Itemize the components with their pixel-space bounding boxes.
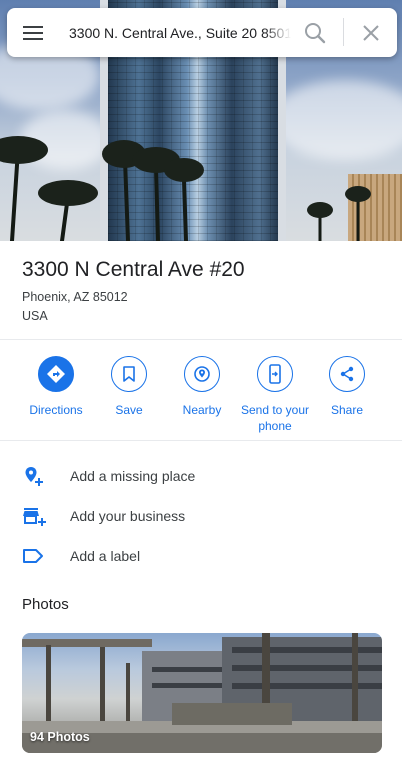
send-to-phone-button[interactable]: Send to your phone xyxy=(238,356,312,434)
address-line-1: Phoenix, AZ 85012 xyxy=(22,290,128,304)
add-missing-place-label: Add a missing place xyxy=(70,468,196,484)
save-label: Save xyxy=(115,403,143,417)
add-business-label: Add your business xyxy=(70,508,186,524)
save-button[interactable]: Save xyxy=(93,356,165,418)
divider xyxy=(0,440,402,441)
search-divider xyxy=(343,18,344,46)
add-label-row[interactable]: Add a label xyxy=(0,538,402,574)
address-line-2: USA xyxy=(22,309,48,323)
directions-icon xyxy=(47,365,65,383)
label-icon xyxy=(23,549,43,563)
share-label: Share xyxy=(330,403,364,417)
bookmark-icon xyxy=(123,366,135,382)
search-input[interactable]: 3300 N. Central Ave., Suite 20 85012 xyxy=(69,25,291,41)
add-business-row[interactable]: Add your business xyxy=(0,498,402,534)
add-business-icon xyxy=(23,508,46,526)
search-icon[interactable] xyxy=(302,20,328,46)
nearby-button[interactable]: Nearby xyxy=(166,356,238,418)
nearby-label: Nearby xyxy=(182,403,222,417)
send-to-phone-label: Send to your phone xyxy=(240,403,310,433)
menu-button[interactable] xyxy=(7,8,59,57)
add-place-icon xyxy=(25,467,43,486)
nearby-icon xyxy=(194,366,210,382)
directions-button[interactable]: Directions xyxy=(20,356,92,418)
directions-label: Directions xyxy=(29,403,83,417)
add-label-label: Add a label xyxy=(70,548,141,564)
search-bar: 3300 N. Central Ave., Suite 20 85012 xyxy=(7,8,397,57)
close-icon[interactable] xyxy=(359,21,383,45)
hamburger-menu-icon xyxy=(23,25,43,40)
photos-heading: Photos xyxy=(22,596,69,613)
divider xyxy=(0,339,402,340)
photos-thumbnail[interactable]: 94 Photos xyxy=(22,633,382,753)
phone-send-icon xyxy=(269,364,281,384)
add-missing-place-row[interactable]: Add a missing place xyxy=(0,458,402,494)
photos-count-label: 94 Photos xyxy=(30,730,90,744)
share-icon xyxy=(340,366,354,382)
share-button[interactable]: Share xyxy=(311,356,383,418)
place-title: 3300 N Central Ave #20 xyxy=(22,258,245,281)
